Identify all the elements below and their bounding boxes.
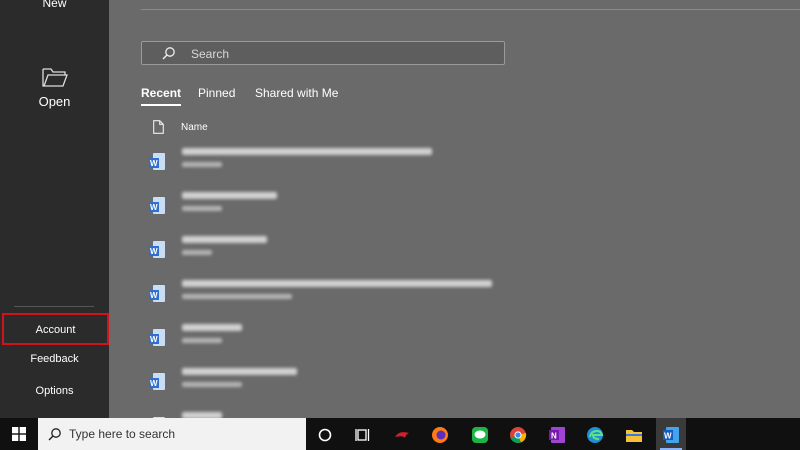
svg-text:W: W xyxy=(150,379,158,388)
file-name-blurred xyxy=(182,368,297,375)
line-icon[interactable] xyxy=(465,418,495,450)
firefox-icon[interactable] xyxy=(425,418,455,450)
windows-logo-icon xyxy=(12,427,26,441)
sidebar-item-account[interactable]: Account xyxy=(2,313,109,345)
backstage-sidebar: New Open Account Feedback Options xyxy=(0,0,109,418)
svg-text:W: W xyxy=(664,432,672,441)
svg-text:W: W xyxy=(150,291,158,300)
sidebar-item-options[interactable]: Options xyxy=(0,385,109,397)
sidebar-item-account-label: Account xyxy=(35,324,76,336)
sidebar-item-open[interactable]: Open xyxy=(0,66,109,109)
taskbar: Type here to search N W xyxy=(0,418,800,450)
word-document-icon: W xyxy=(149,241,165,258)
sidebar-item-feedback[interactable]: Feedback xyxy=(0,353,109,365)
file-path-blurred xyxy=(182,162,222,167)
list-item[interactable]: W xyxy=(147,321,747,355)
sidebar-item-new[interactable]: New xyxy=(0,0,109,10)
svg-text:W: W xyxy=(150,335,158,344)
file-path-blurred xyxy=(182,294,292,299)
list-item[interactable]: W xyxy=(147,189,747,223)
sidebar-divider xyxy=(14,306,94,307)
sidebar-item-open-label: Open xyxy=(38,94,71,109)
start-button[interactable] xyxy=(0,418,38,450)
word-document-icon: W xyxy=(149,197,165,214)
svg-text:W: W xyxy=(150,203,158,212)
taskbar-search-placeholder: Type here to search xyxy=(69,427,176,441)
chrome-icon[interactable] xyxy=(503,418,533,450)
tab-recent[interactable]: Recent xyxy=(141,86,182,106)
word-icon[interactable]: W xyxy=(656,418,686,450)
edge-icon[interactable] xyxy=(580,418,610,450)
folder-open-icon xyxy=(41,68,68,87)
file-path-blurred xyxy=(182,338,222,343)
search-icon xyxy=(48,428,61,441)
search-icon xyxy=(162,47,175,60)
search-placeholder: Search xyxy=(191,47,230,61)
taskbar-search-input[interactable]: Type here to search xyxy=(38,418,306,450)
file-name-blurred xyxy=(182,280,492,287)
file-name-blurred xyxy=(182,236,267,243)
search-input[interactable]: Search xyxy=(141,41,505,65)
file-name-blurred xyxy=(182,148,432,155)
list-item[interactable]: W xyxy=(147,277,747,311)
word-document-icon: W xyxy=(149,285,165,302)
word-document-icon: W xyxy=(149,373,165,390)
file-path-blurred xyxy=(182,382,242,387)
file-name-blurred xyxy=(182,324,242,331)
word-document-icon: W xyxy=(149,153,165,170)
cortana-icon[interactable] xyxy=(310,418,340,450)
svg-text:W: W xyxy=(150,159,158,168)
sidebar-item-new-label: New xyxy=(42,0,67,10)
file-list-header: Name xyxy=(153,120,793,136)
task-view-icon[interactable] xyxy=(348,418,378,450)
word-document-icon: W xyxy=(149,329,165,346)
tab-shared-with-me[interactable]: Shared with Me xyxy=(255,86,338,100)
app-red-icon[interactable] xyxy=(387,418,417,450)
list-item[interactable]: W xyxy=(147,409,747,418)
file-path-blurred xyxy=(182,206,222,211)
sidebar-item-feedback-label: Feedback xyxy=(30,353,79,365)
sidebar-item-options-label: Options xyxy=(35,385,74,397)
tab-pinned[interactable]: Pinned xyxy=(198,86,235,100)
top-divider xyxy=(141,9,800,10)
onenote-icon[interactable]: N xyxy=(542,418,572,450)
file-explorer-icon[interactable] xyxy=(619,418,649,450)
document-icon xyxy=(153,120,164,134)
list-item[interactable]: W xyxy=(147,233,747,267)
file-name-blurred xyxy=(182,192,277,199)
list-item[interactable]: W xyxy=(147,365,747,399)
column-name-header[interactable]: Name xyxy=(181,122,208,133)
svg-text:N: N xyxy=(551,432,557,441)
list-item[interactable]: W xyxy=(147,145,747,179)
file-path-blurred xyxy=(182,250,212,255)
svg-text:W: W xyxy=(150,247,158,256)
